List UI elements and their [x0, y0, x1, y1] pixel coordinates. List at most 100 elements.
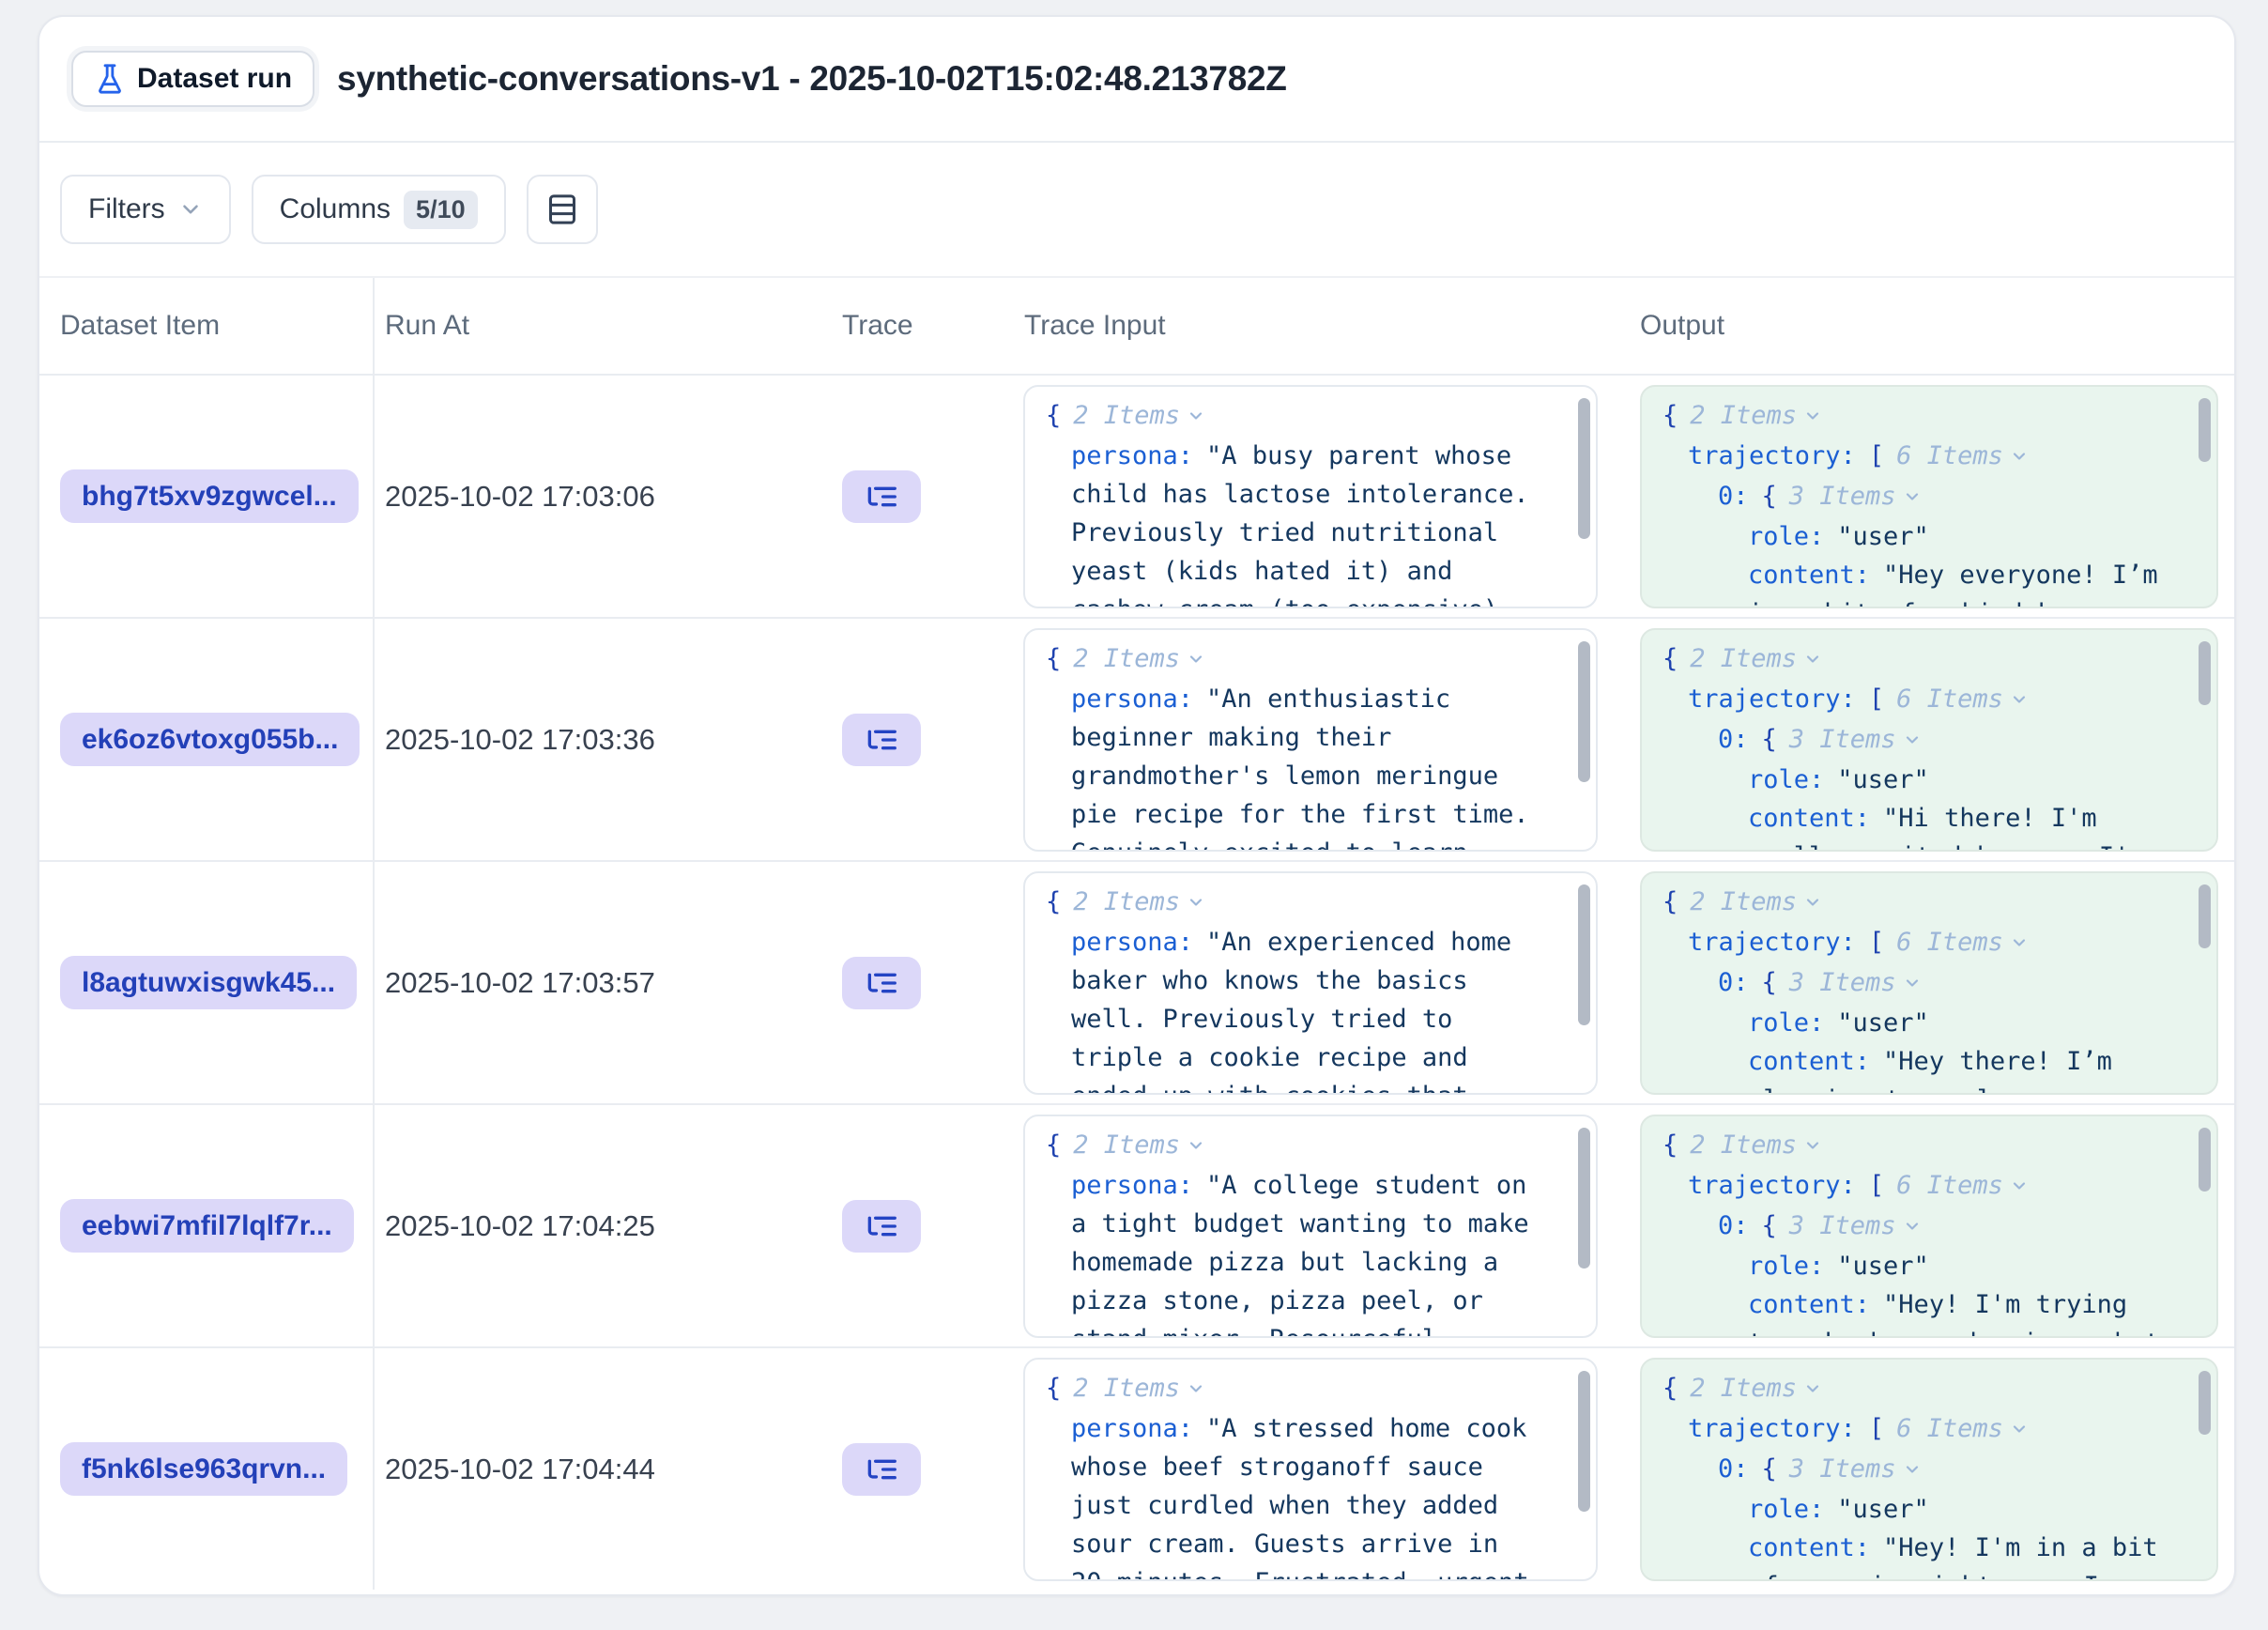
trace-input-json[interactable]: {2 Items persona:"An enthusiastic beginn… [1023, 628, 1598, 852]
collapse-toggle[interactable]: 2 Items [1690, 1130, 1822, 1160]
collapse-toggle[interactable]: 3 Items [1789, 1211, 1922, 1240]
open-bracket: [ [1869, 1171, 1884, 1200]
dataset-item-link[interactable]: bhg7t5xv9zgwcel... [60, 469, 359, 523]
collapse-toggle[interactable]: 2 Items [1073, 1374, 1205, 1403]
open-brace: { [1762, 725, 1777, 754]
dataset-item-link[interactable]: ek6oz6vtoxg055b... [60, 713, 360, 766]
table-row: bhg7t5xv9zgwcel... 2025-10-02 17:03:06 {… [39, 376, 2234, 619]
json-key: content: [1748, 1047, 1870, 1076]
open-brace: { [1762, 1454, 1777, 1484]
output-json[interactable]: {2 Items trajectory:[6 Items 0:{3 Items … [1640, 1358, 2218, 1581]
scrollbar-thumb[interactable] [2199, 1371, 2211, 1435]
trace-input-json[interactable]: {2 Items persona:"An experienced home ba… [1023, 871, 1598, 1095]
collapse-toggle[interactable]: 6 Items [1896, 928, 2029, 957]
scrollbar-thumb[interactable] [1578, 1128, 1590, 1269]
columns-button[interactable]: Columns 5/10 [252, 175, 506, 244]
list-tree-icon [864, 479, 899, 515]
scrollbar-thumb[interactable] [1578, 398, 1590, 539]
collapse-toggle[interactable]: 3 Items [1789, 968, 1922, 997]
chevron-down-icon [1187, 889, 1205, 918]
chevron-down-icon [178, 197, 203, 222]
collapse-toggle[interactable]: 2 Items [1690, 644, 1822, 673]
open-brace: { [1762, 482, 1777, 511]
dataset-run-badge: Dataset run [71, 51, 314, 107]
collapse-toggle[interactable]: 2 Items [1073, 1130, 1205, 1160]
json-key: 0: [1718, 1454, 1749, 1484]
collapse-toggle[interactable]: 6 Items [1896, 1171, 2029, 1200]
collapse-toggle[interactable]: 2 Items [1073, 644, 1205, 673]
open-brace: { [1046, 401, 1061, 430]
collapse-toggle[interactable]: 2 Items [1690, 401, 1822, 430]
open-brace: { [1663, 1130, 1678, 1160]
filters-button[interactable]: Filters [60, 175, 231, 244]
scrollbar-thumb[interactable] [1578, 884, 1590, 1025]
collapse-toggle[interactable]: 2 Items [1690, 1374, 1822, 1403]
collapse-toggle[interactable]: 3 Items [1789, 482, 1922, 511]
json-key: trajectory: [1688, 441, 1856, 470]
json-key: trajectory: [1688, 1414, 1856, 1443]
collapse-toggle[interactable]: 6 Items [1896, 441, 2029, 470]
open-brace: { [1663, 401, 1678, 430]
scrollbar-thumb[interactable] [2199, 641, 2211, 705]
column-header-trace-input: Trace Input [1002, 310, 1629, 342]
open-brace: { [1762, 1211, 1777, 1240]
scrollbar-thumb[interactable] [1578, 1371, 1590, 1512]
row-height-button[interactable] [527, 175, 598, 244]
trace-button[interactable] [842, 957, 921, 1009]
column-header-output: Output [1629, 310, 2234, 342]
trace-button[interactable] [842, 714, 921, 766]
scrollbar-thumb[interactable] [1578, 641, 1590, 782]
trace-input-json[interactable]: {2 Items persona:"A college student on a… [1023, 1115, 1598, 1338]
collapse-toggle[interactable]: 2 Items [1690, 887, 1822, 916]
table-row: l8agtuwxisgwk45... 2025-10-02 17:03:57 {… [39, 862, 2234, 1105]
open-brace: { [1046, 644, 1061, 673]
json-key: 0: [1718, 968, 1749, 997]
chevron-down-icon [2010, 930, 2029, 959]
trace-input-json[interactable]: {2 Items persona:"A stressed home cook w… [1023, 1358, 1598, 1581]
json-string-value: "user" [1837, 765, 1929, 794]
json-key: persona: [1071, 928, 1193, 957]
trace-button[interactable] [842, 1443, 921, 1496]
scrollbar-thumb[interactable] [2199, 1128, 2211, 1192]
collapse-toggle[interactable]: 2 Items [1073, 401, 1205, 430]
json-key: 0: [1718, 725, 1749, 754]
chevron-down-icon [1903, 1456, 1922, 1485]
scrollbar-thumb[interactable] [2199, 884, 2211, 948]
open-brace: { [1046, 887, 1061, 916]
collapse-toggle[interactable]: 2 Items [1073, 887, 1205, 916]
json-key: content: [1748, 561, 1870, 590]
trace-button[interactable] [842, 470, 921, 523]
collapse-toggle[interactable]: 3 Items [1789, 725, 1922, 754]
scrollbar-thumb[interactable] [2199, 398, 2211, 462]
chevron-down-icon [1903, 970, 1922, 999]
chevron-down-icon [1803, 403, 1822, 432]
collapse-toggle[interactable]: 6 Items [1896, 1414, 2029, 1443]
trace-input-json[interactable]: {2 Items persona:"A busy parent whose ch… [1023, 385, 1598, 608]
collapse-toggle[interactable]: 3 Items [1789, 1454, 1922, 1484]
open-bracket: [ [1869, 684, 1884, 714]
toolbar: Filters Columns 5/10 [39, 143, 2234, 276]
chevron-down-icon [1803, 1132, 1822, 1161]
json-key: role: [1748, 1252, 1824, 1281]
run-at-value: 2025-10-02 17:04:44 [385, 1453, 655, 1486]
table-row: eebwi7mfil7lqlf7r... 2025-10-02 17:04:25… [39, 1105, 2234, 1348]
table-body: bhg7t5xv9zgwcel... 2025-10-02 17:03:06 {… [39, 376, 2234, 1590]
output-json[interactable]: {2 Items trajectory:[6 Items 0:{3 Items … [1640, 385, 2218, 608]
list-tree-icon [864, 1208, 899, 1244]
json-string-value: "user" [1837, 1495, 1929, 1524]
columns-count-badge: 5/10 [404, 191, 478, 229]
chevron-down-icon [1187, 1376, 1205, 1405]
list-tree-icon [864, 965, 899, 1001]
dataset-item-link[interactable]: f5nk6lse963qrvn... [60, 1442, 347, 1496]
trace-button[interactable] [842, 1200, 921, 1253]
output-json[interactable]: {2 Items trajectory:[6 Items 0:{3 Items … [1640, 871, 2218, 1095]
output-json[interactable]: {2 Items trajectory:[6 Items 0:{3 Items … [1640, 1115, 2218, 1338]
column-header-trace: Trace [831, 310, 1002, 342]
open-brace: { [1663, 644, 1678, 673]
dataset-item-link[interactable]: eebwi7mfil7lqlf7r... [60, 1199, 354, 1253]
output-json[interactable]: {2 Items trajectory:[6 Items 0:{3 Items … [1640, 628, 2218, 852]
collapse-toggle[interactable]: 6 Items [1896, 684, 2029, 714]
dataset-item-link[interactable]: l8agtuwxisgwk45... [60, 956, 357, 1009]
columns-button-label: Columns [280, 193, 391, 225]
chevron-down-icon [1803, 646, 1822, 675]
